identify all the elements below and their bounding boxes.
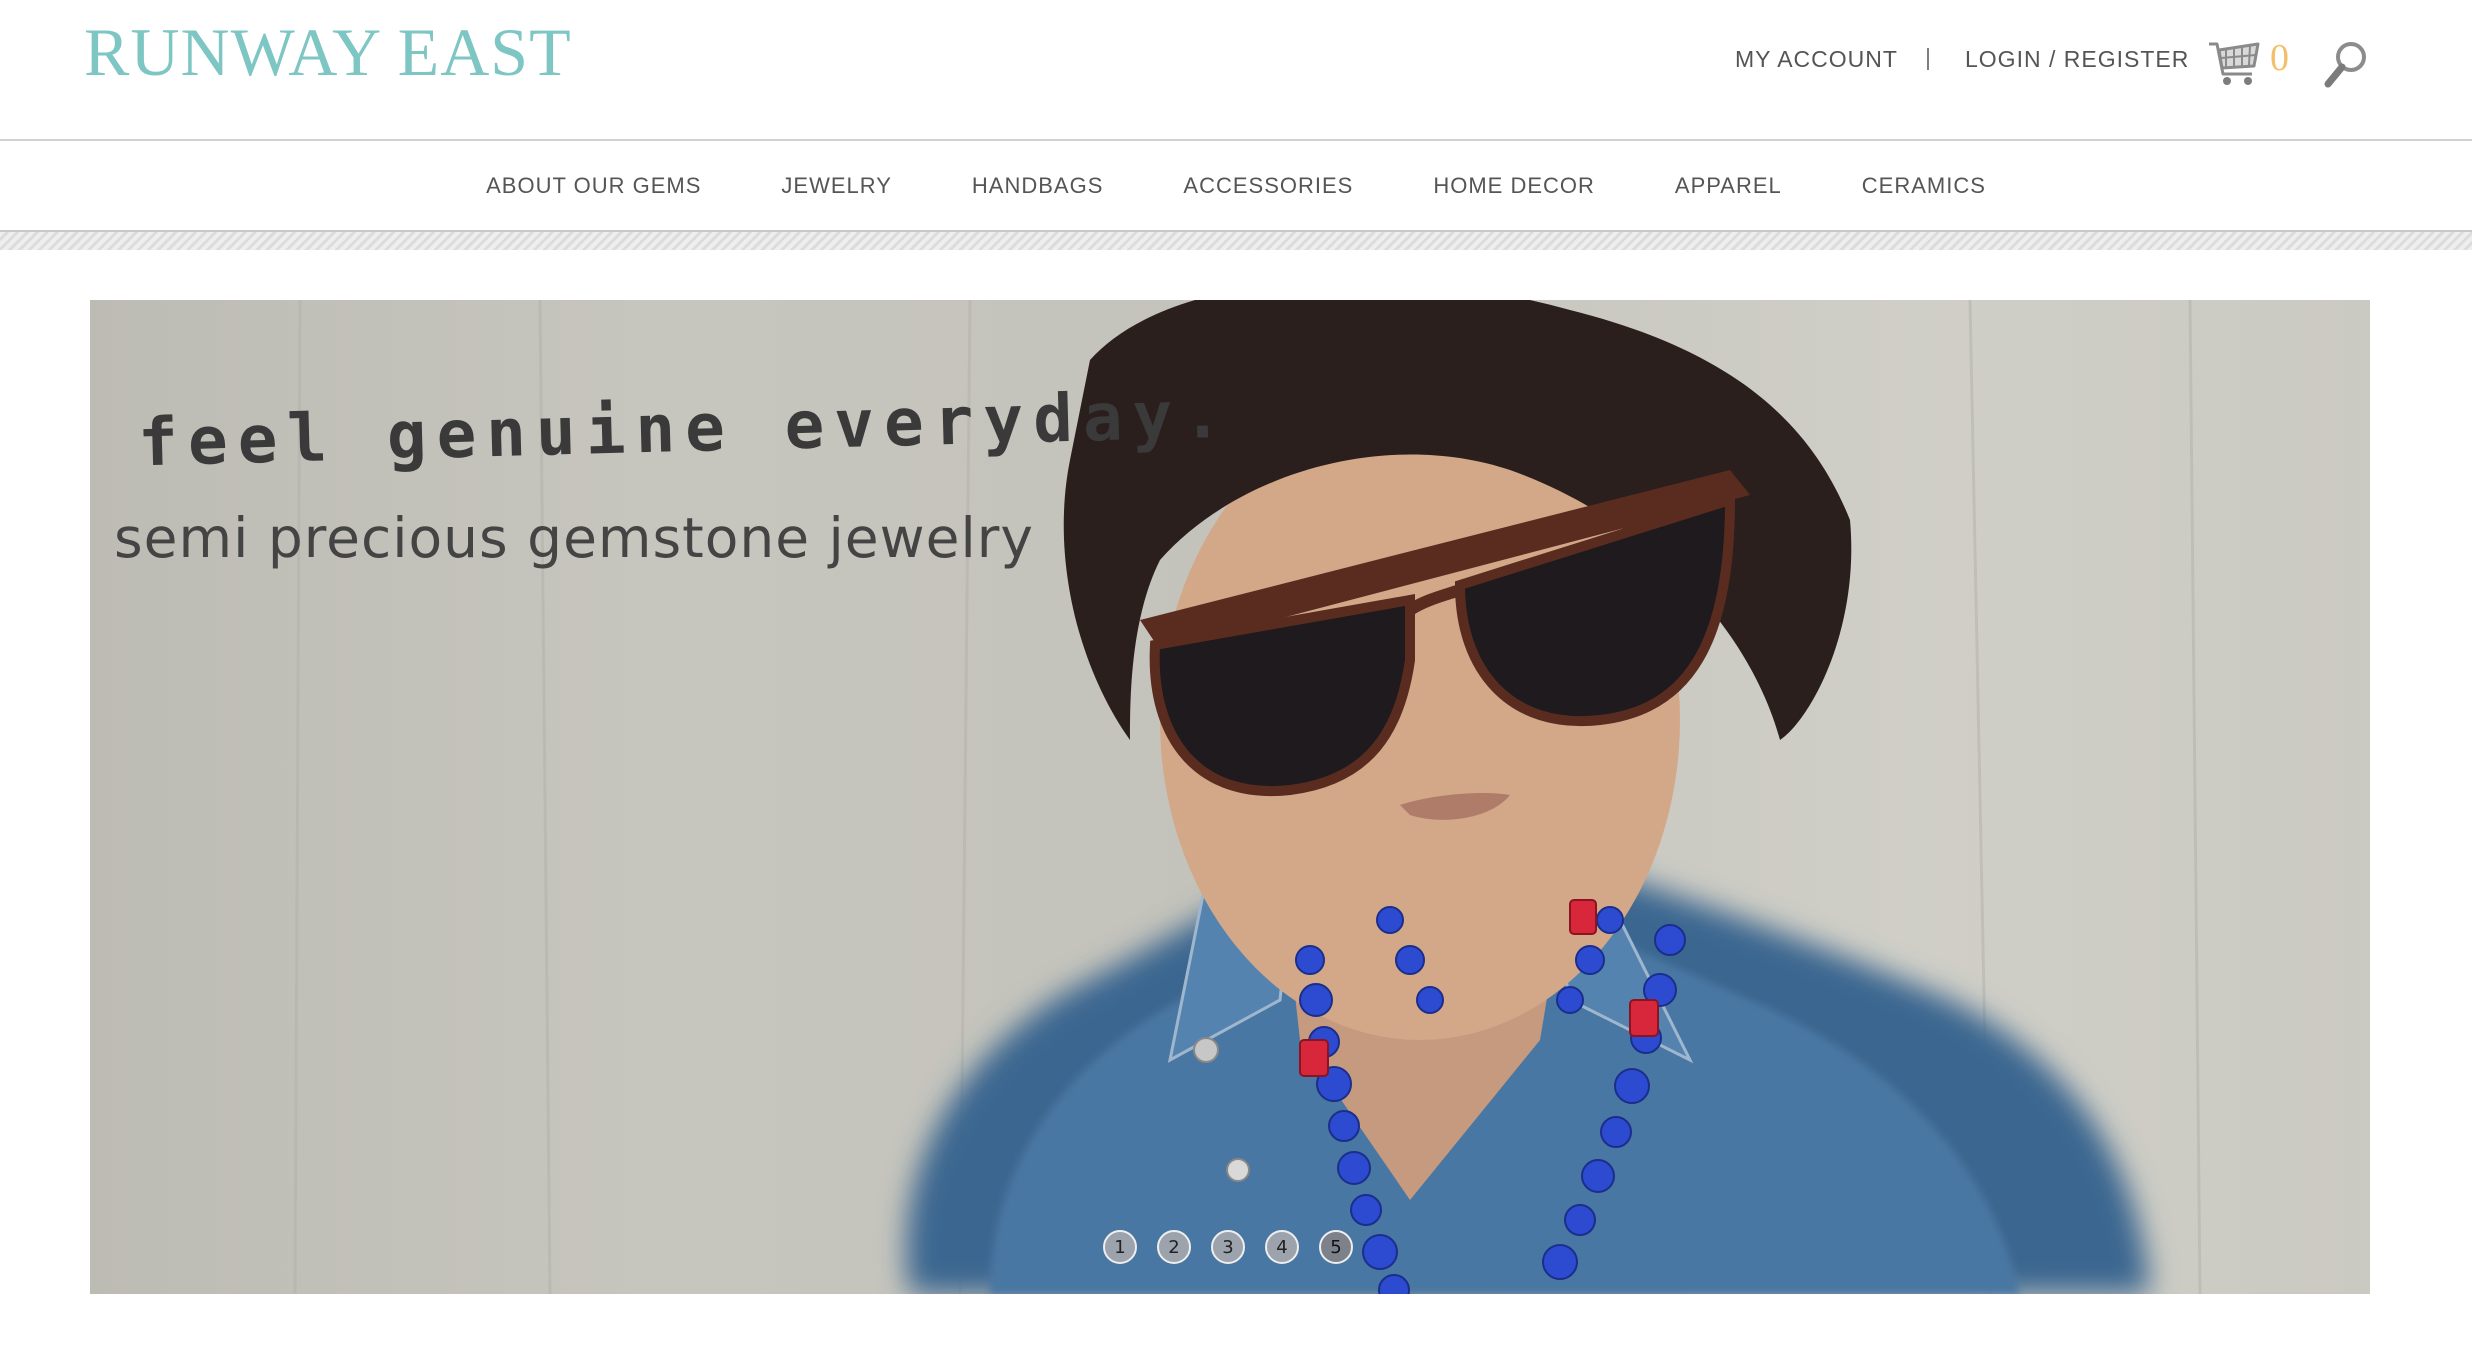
pager-dot-5[interactable]: 5: [1319, 1230, 1353, 1264]
nav-item-accessories[interactable]: ACCESSORIES: [1183, 173, 1353, 199]
pager-dot-1[interactable]: 1: [1103, 1230, 1137, 1264]
pager-dot-4[interactable]: 4: [1265, 1230, 1299, 1264]
cart-count[interactable]: 0: [2270, 36, 2289, 80]
pager-dot-3[interactable]: 3: [1211, 1230, 1245, 1264]
nav-item-apparel[interactable]: APPAREL: [1675, 173, 1782, 199]
nav-item-jewelry[interactable]: JEWELRY: [781, 173, 892, 199]
pager-dot-2[interactable]: 2: [1157, 1230, 1191, 1264]
nav-item-handbags[interactable]: HANDBAGS: [972, 173, 1103, 199]
slider-pager: 1 2 3 4 5: [1103, 1230, 1353, 1264]
hero-subtitle: semi precious gemstone jewelry: [114, 506, 1034, 570]
nav-item-ceramics[interactable]: CERAMICS: [1862, 173, 1986, 199]
site-header: RUNWAY EAST MY ACCOUNT | LOGIN / REGISTE…: [0, 0, 2472, 140]
nav-item-home-decor[interactable]: HOME DECOR: [1433, 173, 1595, 199]
magnifier-icon[interactable]: [2322, 38, 2370, 90]
my-account-link[interactable]: MY ACCOUNT: [1735, 46, 1898, 73]
shopping-cart-icon[interactable]: [2206, 34, 2262, 90]
hero-slider[interactable]: feel genuine everyday. semi precious gem…: [90, 300, 2370, 1294]
account-bar: MY ACCOUNT | LOGIN / REGISTER 0: [0, 0, 2472, 120]
nav-item-about-our-gems[interactable]: ABOUT OUR GEMS: [486, 173, 701, 199]
decorative-stripe: [0, 232, 2472, 250]
login-register-link[interactable]: LOGIN / REGISTER: [1965, 46, 2189, 73]
header-separator: |: [1925, 44, 1931, 70]
main-navigation: ABOUT OUR GEMS JEWELRY HANDBAGS ACCESSOR…: [0, 139, 2472, 232]
